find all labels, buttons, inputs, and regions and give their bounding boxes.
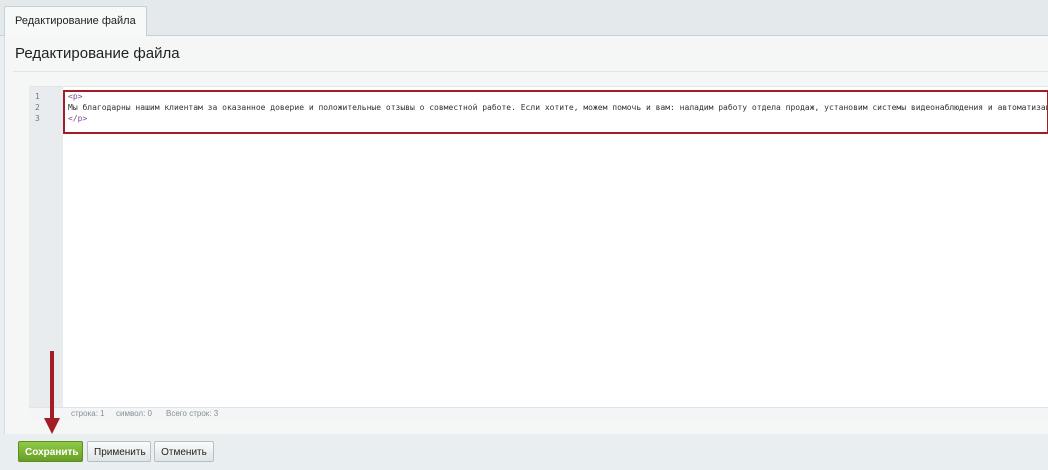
arrow-annotation — [50, 351, 54, 421]
line-number: 1 — [35, 91, 45, 102]
code-line[interactable]: <p> — [68, 91, 82, 102]
code-line[interactable]: Мы благодарны нашим клиентам за оказанно… — [68, 102, 1048, 113]
editor-status-bar: строка: 1 символ: 0 Всего строк: 3 — [29, 407, 1048, 421]
line-number-gutter: 1 2 3 — [29, 87, 63, 407]
arrow-head-annotation — [44, 418, 60, 434]
code-text-area[interactable]: <p> Мы благодарны нашим клиентам за оказ… — [63, 87, 1048, 407]
status-line: строка: 1 — [71, 408, 105, 420]
cancel-button[interactable]: Отменить — [154, 441, 214, 462]
line-number: 3 — [35, 113, 45, 124]
tab-edit-file[interactable]: Редактирование файла — [4, 6, 147, 37]
apply-button[interactable]: Применить — [87, 441, 151, 462]
line-number: 2 — [35, 102, 45, 113]
tab-bar: Редактирование файла — [0, 0, 1048, 36]
title-divider — [13, 71, 1048, 72]
code-editor[interactable]: 1 2 3 <p> Мы благодарны нашим клиентам з… — [29, 86, 1048, 420]
status-symbol: символ: 0 — [116, 408, 152, 420]
status-total-lines: Всего строк: 3 — [166, 408, 218, 420]
page-title: Редактирование файла — [15, 45, 180, 62]
code-line[interactable]: </p> — [68, 113, 87, 124]
save-button[interactable]: Сохранить — [18, 441, 83, 462]
edit-file-panel: Редактирование файла 1 2 3 <p> Мы благод… — [4, 36, 1048, 434]
